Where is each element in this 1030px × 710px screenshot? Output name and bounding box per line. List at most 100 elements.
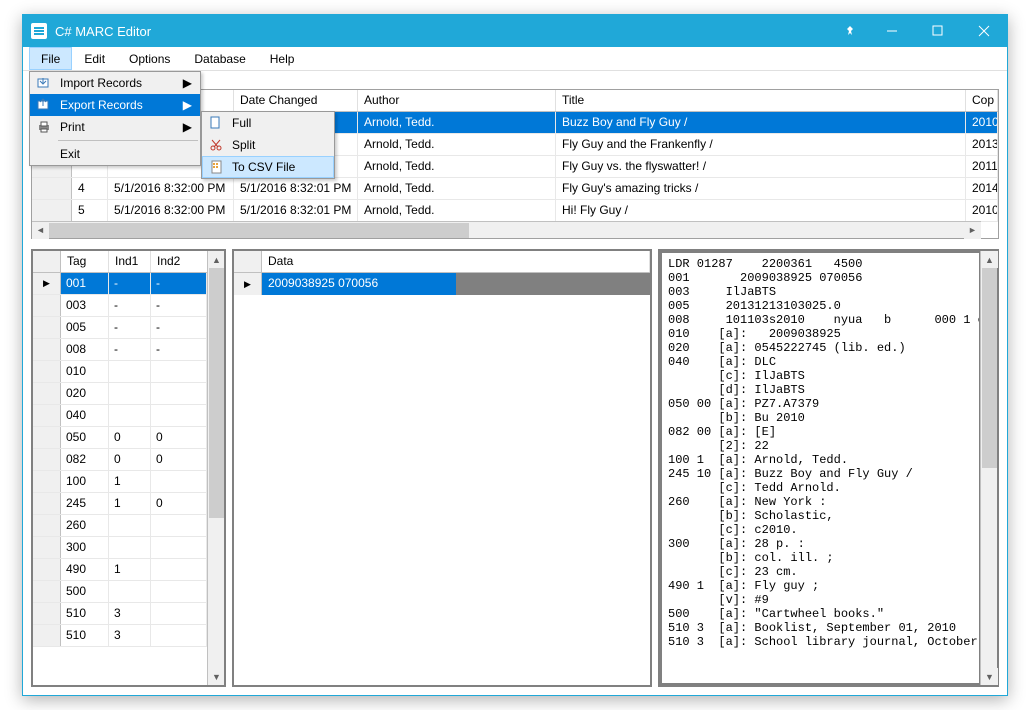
cell-ind1[interactable] [109,581,151,602]
cell-author[interactable]: Arnold, Tedd. [358,156,556,177]
tag-row[interactable]: ▶001-- [33,273,207,295]
cell-ind1[interactable]: 0 [109,427,151,448]
marc-scroll-up[interactable]: ▲ [981,251,998,268]
cell-ind2[interactable] [151,537,207,558]
col-data[interactable]: Data [262,251,650,272]
cell-tag[interactable]: 510 [61,625,109,646]
cell-ind2[interactable]: 0 [151,427,207,448]
tag-row[interactable]: 05000 [33,427,207,449]
cell-ind1[interactable] [109,515,151,536]
cell-ind1[interactable]: 1 [109,493,151,514]
col-date-changed[interactable]: Date Changed [234,90,358,111]
marc-vscroll[interactable]: ▲ ▼ [980,251,997,685]
menu-export-split[interactable]: Split [202,134,334,156]
tag-row[interactable]: 003-- [33,295,207,317]
tag-grid[interactable]: Tag Ind1 Ind2 ▶001--003--005--008--010 0… [33,251,224,685]
menu-help[interactable]: Help [258,47,307,70]
cell-title[interactable]: Fly Guy and the Frankenfly / [556,134,966,155]
pin-button[interactable] [831,25,869,37]
cell-cop[interactable]: 2010 [966,200,998,221]
tag-row[interactable]: 24510 [33,493,207,515]
cell-ind2[interactable]: 0 [151,449,207,470]
cell-tag[interactable]: 500 [61,581,109,602]
cell-added[interactable]: 5/1/2016 8:32:00 PM [108,200,234,221]
cell-tag[interactable]: 260 [61,515,109,536]
cell-tag[interactable]: 003 [61,295,109,316]
close-button[interactable] [961,15,1007,47]
cell-tag[interactable]: 008 [61,339,109,360]
tag-vscroll[interactable]: ▲ ▼ [207,251,224,685]
menu-edit[interactable]: Edit [72,47,117,70]
tag-row[interactable]: 500 [33,581,207,603]
col-ind1[interactable]: Ind1 [109,251,151,272]
scroll-down-button[interactable]: ▼ [208,668,224,685]
data-grid[interactable]: Data ▶ 2009038925 070056 [234,251,650,685]
menu-export-full[interactable]: Full [202,112,334,134]
marc-scroll-down[interactable]: ▼ [981,668,998,685]
cell-ind1[interactable] [109,383,151,404]
cell-cop[interactable]: 2014 [966,178,998,199]
cell-ind1[interactable]: - [109,273,151,294]
cell-tag[interactable]: 082 [61,449,109,470]
tag-row[interactable]: 005-- [33,317,207,339]
cell-tag[interactable]: 100 [61,471,109,492]
cell-cop[interactable]: 2013 [966,134,998,155]
cell-cop[interactable]: 2011 [966,156,998,177]
tag-row[interactable]: 260 [33,515,207,537]
cell-changed[interactable]: 5/1/2016 8:32:01 PM [234,178,358,199]
maximize-button[interactable] [915,15,961,47]
cell-tag[interactable]: 005 [61,317,109,338]
cell-ind2[interactable] [151,383,207,404]
cell-ind2[interactable] [151,471,207,492]
tag-row[interactable]: 5103 [33,603,207,625]
cell-tag[interactable]: 050 [61,427,109,448]
cell-title[interactable]: Buzz Boy and Fly Guy / [556,112,966,133]
cell-ind1[interactable]: - [109,317,151,338]
cell-ind1[interactable] [109,361,151,382]
minimize-button[interactable] [869,15,915,47]
cell-ind2[interactable] [151,603,207,624]
cell-title[interactable]: Fly Guy vs. the flyswatter! / [556,156,966,177]
col-title[interactable]: Title [556,90,966,111]
cell-tag[interactable]: 001 [61,273,109,294]
menu-export-records[interactable]: Export Records ▶ [30,94,200,116]
data-row[interactable]: ▶ 2009038925 070056 [234,273,650,295]
marc-raw-text[interactable]: LDR 01287 2200361 4500 001 2009038925 07… [662,253,979,683]
cell-ind2[interactable]: - [151,273,207,294]
cell-author[interactable]: Arnold, Tedd. [358,178,556,199]
cell-changed[interactable]: 5/1/2016 8:32:01 PM [234,200,358,221]
record-row[interactable]: 45/1/2016 8:32:00 PM5/1/2016 8:32:01 PMA… [32,178,998,200]
cell-ind2[interactable] [151,581,207,602]
tag-row[interactable]: 08200 [33,449,207,471]
cell-ind2[interactable]: - [151,295,207,316]
cell-ind2[interactable] [151,405,207,426]
cell-author[interactable]: Arnold, Tedd. [358,112,556,133]
cell-ind2[interactable]: - [151,317,207,338]
menu-exit[interactable]: Exit [30,143,200,165]
cell-tag[interactable]: 490 [61,559,109,580]
cell-n[interactable]: 5 [72,200,108,221]
cell-title[interactable]: Hi! Fly Guy / [556,200,966,221]
scroll-right-button[interactable]: ► [964,222,981,239]
tag-vscroll-thumb[interactable] [209,268,224,518]
scroll-up-button[interactable]: ▲ [208,251,224,268]
cell-author[interactable]: Arnold, Tedd. [358,200,556,221]
menu-database[interactable]: Database [182,47,257,70]
cell-ind2[interactable]: 0 [151,493,207,514]
tag-row[interactable]: 300 [33,537,207,559]
cell-ind2[interactable] [151,515,207,536]
menu-file[interactable]: File [29,47,72,70]
cell-tag[interactable]: 040 [61,405,109,426]
cell-tag[interactable]: 300 [61,537,109,558]
cell-ind1[interactable] [109,537,151,558]
col-cop[interactable]: Cop [966,90,998,111]
cell-ind2[interactable] [151,559,207,580]
cell-ind1[interactable]: 1 [109,559,151,580]
cell-title[interactable]: Fly Guy's amazing tricks / [556,178,966,199]
tag-row[interactable]: 020 [33,383,207,405]
marc-vscroll-thumb[interactable] [982,268,997,468]
col-author[interactable]: Author [358,90,556,111]
cell-n[interactable]: 4 [72,178,108,199]
cell-ind1[interactable]: 3 [109,603,151,624]
cell-cop[interactable]: 2010 [966,112,998,133]
